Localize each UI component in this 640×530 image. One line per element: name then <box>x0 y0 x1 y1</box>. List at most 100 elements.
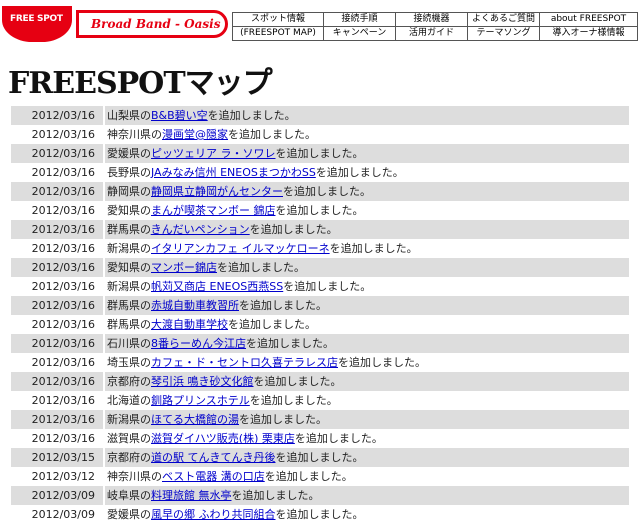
list-item: 2012/03/16 滋賀県の滋賀ダイハツ販売(株) 栗東店を追加しました。 <box>11 429 629 448</box>
nav-link-connection-steps-top[interactable]: 接続手順 <box>324 12 396 26</box>
entry-date: 2012/03/16 <box>11 296 103 315</box>
entry-suffix: を追加しました。 <box>239 299 327 312</box>
nav-link-spot-info-top[interactable]: スポット情報 <box>232 12 324 26</box>
spot-link[interactable]: 大渡自動車学校 <box>151 318 228 331</box>
entry-suffix: を追加しました。 <box>239 413 327 426</box>
entry-date: 2012/03/16 <box>11 372 103 391</box>
entry-prefecture: 滋賀県の <box>107 432 151 445</box>
nav-link-about-top[interactable]: about FREESPOT <box>540 12 638 26</box>
entry-message: 愛媛県の風早の郷 ふわり共同組合を追加しました。 <box>105 505 629 524</box>
entry-message: 滋賀県の滋賀ダイハツ販売(株) 栗東店を追加しました。 <box>105 429 629 448</box>
entry-suffix: を追加しました。 <box>283 280 372 293</box>
spot-link[interactable]: JAみなみ信州 ENEOSまつかわSS <box>151 166 316 179</box>
list-item: 2012/03/16 群馬県のきんだいペンションを追加しました。 <box>11 220 629 239</box>
page-title: FREESPOTマップ <box>8 66 273 101</box>
spot-link[interactable]: 滋賀ダイハツ販売(株) 栗東店 <box>151 432 295 445</box>
entry-message: 京都府の琴引浜 鳴き砂文化館を追加しました。 <box>105 372 629 391</box>
entry-date: 2012/03/16 <box>11 258 103 277</box>
entry-prefecture: 京都府の <box>107 451 151 464</box>
entry-suffix: を追加しました。 <box>253 375 342 388</box>
entry-prefecture: 長野県の <box>107 166 151 179</box>
spot-link[interactable]: B&B碧い空 <box>151 109 208 122</box>
spot-link[interactable]: 8番らーめん今江店 <box>151 337 246 350</box>
entry-prefecture: 岐阜県の <box>107 489 151 502</box>
spot-link[interactable]: マンボー錦店 <box>151 261 217 274</box>
entry-prefecture: 愛媛県の <box>107 508 151 521</box>
spot-link[interactable]: ピッツェリア ラ・ソワレ <box>151 147 276 160</box>
entry-suffix: を追加しました。 <box>275 508 364 521</box>
list-item: 2012/03/16 愛知県のまんが喫茶マンボー 錦店を追加しました。 <box>11 201 629 220</box>
list-item: 2012/03/16 愛媛県のピッツェリア ラ・ソワレを追加しました。 <box>11 144 629 163</box>
entry-message: 愛媛県のピッツェリア ラ・ソワレを追加しました。 <box>105 144 629 163</box>
spot-link[interactable]: イタリアンカフェ イルマッケローネ <box>151 242 330 255</box>
list-item: 2012/03/16 長野県のJAみなみ信州 ENEOSまつかわSSを追加しました… <box>11 163 629 182</box>
list-item: 2012/03/16 北海道の釧路プリンスホテルを追加しました。 <box>11 391 629 410</box>
entry-date: 2012/03/16 <box>11 182 103 201</box>
entry-suffix: を追加しました。 <box>275 147 364 160</box>
spot-link[interactable]: 料理旅館 無水亭 <box>151 489 232 502</box>
entry-prefecture: 静岡県の <box>107 185 151 198</box>
nav-top-rule <box>232 12 638 13</box>
entry-suffix: を追加しました。 <box>231 489 320 502</box>
nav-link-spot-info-bottom[interactable]: (FREESPOT MAP) <box>232 26 324 40</box>
list-item: 2012/03/16 静岡県の静岡県立静岡がんセンターを追加しました。 <box>11 182 629 201</box>
entry-prefecture: 新潟県の <box>107 280 151 293</box>
entry-prefecture: 群馬県の <box>107 223 151 236</box>
entry-date: 2012/03/16 <box>11 410 103 429</box>
nav-link-faq-bottom[interactable]: テーマソング <box>468 26 540 40</box>
entry-date: 2012/03/16 <box>11 429 103 448</box>
entry-date: 2012/03/16 <box>11 315 103 334</box>
spot-link[interactable]: 道の駅 てんきてんき丹後 <box>151 451 276 464</box>
entry-date: 2012/03/09 <box>11 486 103 505</box>
spot-link[interactable]: 帆苅又商店 ENEOS西燕SS <box>151 280 283 293</box>
entry-suffix: を追加しました。 <box>264 470 353 483</box>
nav-link-connection-steps-bottom[interactable]: キャンペーン <box>324 26 396 40</box>
spot-link[interactable]: カフェ・ド・セントロ久喜テラレス店 <box>151 356 338 369</box>
entry-prefecture: 神奈川県の <box>107 470 162 483</box>
spot-link[interactable]: 赤城自動車教習所 <box>151 299 239 312</box>
spot-link[interactable]: 静岡県立静岡がんセンター <box>151 185 283 198</box>
brand-banner[interactable]: Broad Band - Oasis <box>76 10 228 38</box>
spot-link[interactable]: 風早の郷 ふわり共同組合 <box>151 508 276 521</box>
entry-message: 群馬県のきんだいペンションを追加しました。 <box>105 220 629 239</box>
entry-prefecture: 群馬県の <box>107 299 151 312</box>
nav-link-devices-bottom[interactable]: 活用ガイド <box>396 26 468 40</box>
entry-prefecture: 群馬県の <box>107 318 151 331</box>
spot-link[interactable]: まんが喫茶マンボー 錦店 <box>151 204 276 217</box>
list-item: 2012/03/16 群馬県の赤城自動車教習所を追加しました。 <box>11 296 629 315</box>
spot-link[interactable]: きんだいペンション <box>151 223 250 236</box>
entry-date: 2012/03/16 <box>11 334 103 353</box>
entry-prefecture: 新潟県の <box>107 242 151 255</box>
entry-suffix: を追加しました。 <box>338 356 426 369</box>
site-header: FREE SPOT Broad Band - Oasis スポット情報 (FREE… <box>0 0 640 44</box>
nav-link-faq-top[interactable]: よくあるご質問 <box>468 12 540 26</box>
list-item: 2012/03/16 新潟県の帆苅又商店 ENEOS西燕SSを追加しました。 <box>11 277 629 296</box>
entry-prefecture: 愛知県の <box>107 261 151 274</box>
entry-prefecture: 神奈川県の <box>107 128 162 141</box>
spot-link[interactable]: ほてる大橋館の湯 <box>151 413 239 426</box>
update-list: 2012/03/16 山梨県のB&B碧い空を追加しました。 2012/03/16 神奈… <box>11 106 629 524</box>
list-item: 2012/03/16 石川県の8番らーめん今江店を追加しました。 <box>11 334 629 353</box>
entry-suffix: を追加しました。 <box>283 185 371 198</box>
list-item: 2012/03/09 愛媛県の風早の郷 ふわり共同組合を追加しました。 <box>11 505 629 524</box>
entry-message: 神奈川県の漫画堂@隠家を追加しました。 <box>105 125 629 144</box>
nav-mid-rule <box>232 26 638 27</box>
spot-link[interactable]: 漫画堂@隠家 <box>162 128 228 141</box>
freespot-logo[interactable]: FREE SPOT <box>2 6 72 42</box>
list-item: 2012/03/16 埼玉県のカフェ・ド・セントロ久喜テラレス店を追加しました。 <box>11 353 629 372</box>
spot-link[interactable]: 釧路プリンスホテル <box>151 394 250 407</box>
spot-link[interactable]: 琴引浜 鳴き砂文化館 <box>151 375 254 388</box>
entry-suffix: を追加しました。 <box>329 242 418 255</box>
spot-link[interactable]: ベスト電器 溝の口店 <box>162 470 265 483</box>
list-item: 2012/03/16 京都府の琴引浜 鳴き砂文化館を追加しました。 <box>11 372 629 391</box>
entry-prefecture: 京都府の <box>107 375 151 388</box>
nav-link-about-bottom[interactable]: 導入オーナ様情報 <box>540 26 638 40</box>
list-item: 2012/03/15 京都府の道の駅 てんきてんき丹後を追加しました。 <box>11 448 629 467</box>
entry-suffix: を追加しました。 <box>249 223 338 236</box>
list-item: 2012/03/16 新潟県のイタリアンカフェ イルマッケローネを追加しました。 <box>11 239 629 258</box>
entry-message: 埼玉県のカフェ・ド・セントロ久喜テラレス店を追加しました。 <box>105 353 629 372</box>
entry-message: 神奈川県のベスト電器 溝の口店を追加しました。 <box>105 467 629 486</box>
entry-suffix: を追加しました。 <box>228 128 316 141</box>
nav-link-devices-top[interactable]: 接続機器 <box>396 12 468 26</box>
entry-suffix: を追加しました。 <box>275 204 364 217</box>
